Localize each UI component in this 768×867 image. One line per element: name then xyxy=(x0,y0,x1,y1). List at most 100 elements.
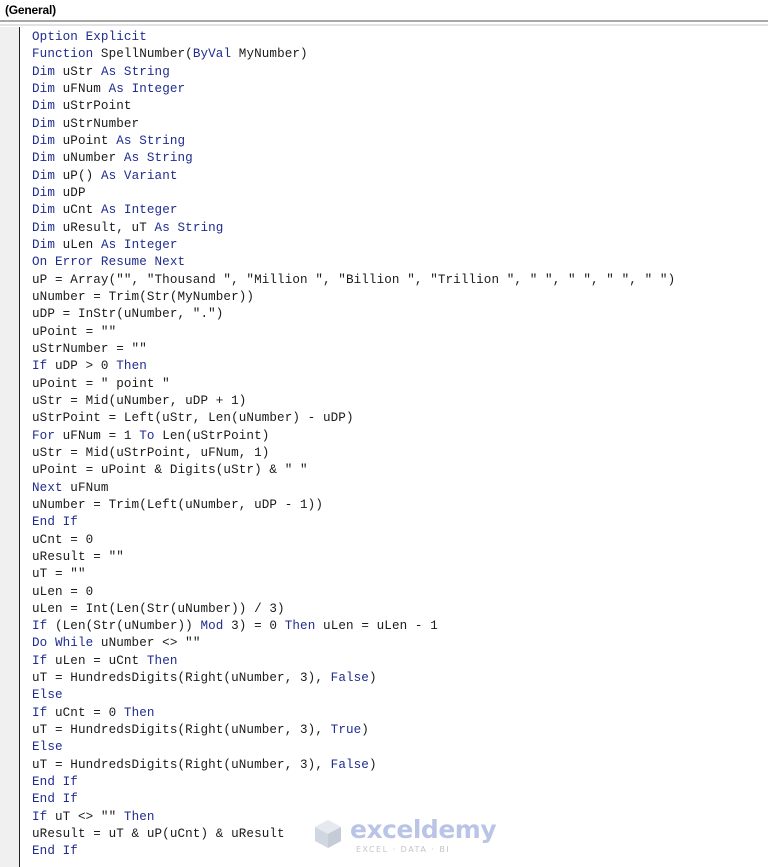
code-text: uStrNumber xyxy=(54,116,140,131)
code-line[interactable]: uNumber = Trim(Left(uNumber, uDP - 1)) xyxy=(32,497,675,514)
code-line[interactable]: uT = HundredsDigits(Right(uNumber, 3), F… xyxy=(32,670,675,687)
code-line[interactable]: Dim uNumber As String xyxy=(32,150,675,167)
code-line[interactable]: uLen = 0 xyxy=(32,584,675,601)
code-line[interactable]: Dim uStrNumber xyxy=(32,116,675,133)
code-keyword: Then xyxy=(146,653,178,668)
code-line[interactable]: uStr = Mid(uStrPoint, uFNum, 1) xyxy=(32,445,675,462)
code-keyword: Do While xyxy=(32,636,94,651)
code-keyword: If xyxy=(32,359,48,374)
code-line[interactable]: Dim uLen As Integer xyxy=(32,237,675,254)
code-line[interactable]: uNumber = Trim(Str(MyNumber)) xyxy=(32,289,675,306)
code-keyword: On Error Resume Next xyxy=(32,255,186,270)
code-keyword: False xyxy=(330,671,369,686)
code-text: uPoint = "" xyxy=(32,324,117,339)
code-line[interactable]: End If xyxy=(32,514,675,531)
code-line[interactable]: Dim uDP xyxy=(32,185,675,202)
code-keyword: Option Explicit xyxy=(32,30,147,44)
code-text: Len(uStrPoint) xyxy=(154,428,270,443)
code-line[interactable]: If (Len(Str(uNumber)) Mod 3) = 0 Then uL… xyxy=(32,618,675,635)
code-keyword: Dim xyxy=(32,133,55,148)
code-text: uResult, uT xyxy=(54,220,155,235)
code-line[interactable]: uPoint = uPoint & Digits(uStr) & " " xyxy=(32,462,675,479)
code-line[interactable]: Else xyxy=(32,687,675,704)
code-line[interactable]: uT = HundredsDigits(Right(uNumber, 3), T… xyxy=(32,722,675,739)
code-line[interactable]: uP = Array("", "Thousand ", "Million ", … xyxy=(32,272,675,289)
code-text: uLen = uCnt xyxy=(47,653,147,668)
code-keyword: If xyxy=(32,809,48,824)
code-text: ) xyxy=(361,723,369,738)
code-keyword: Function xyxy=(32,47,94,62)
procedure-dropdown[interactable]: (General) xyxy=(0,0,768,22)
code-keyword: False xyxy=(330,757,369,772)
code-line[interactable]: Next uFNum xyxy=(32,480,675,497)
code-line[interactable]: If uDP > 0 Then xyxy=(32,358,675,375)
code-line[interactable]: Do While uNumber <> "" xyxy=(32,635,675,652)
code-line[interactable]: Else xyxy=(32,739,675,756)
code-line[interactable]: uPoint = " point " xyxy=(32,376,675,393)
code-keyword: Dim xyxy=(32,81,55,96)
code-line[interactable]: End If xyxy=(32,791,675,808)
code-line[interactable]: If uLen = uCnt Then xyxy=(32,653,675,670)
code-line[interactable]: Function SpellNumber(ByVal MyNumber) xyxy=(32,46,675,63)
code-line[interactable]: Dim uFNum As Integer xyxy=(32,81,675,98)
code-keyword: Then xyxy=(123,809,155,824)
code-line[interactable]: uStr = Mid(uNumber, uDP + 1) xyxy=(32,393,675,410)
code-line[interactable]: Dim uP() As Variant xyxy=(32,168,675,185)
code-line[interactable]: uDP = InStr(uNumber, ".") xyxy=(32,306,675,323)
code-keyword: Dim xyxy=(32,168,55,183)
code-text: (Len(Str(uNumber)) xyxy=(47,619,201,634)
code-text: uNumber <> "" xyxy=(93,636,201,651)
code-line[interactable]: uCnt = 0 xyxy=(32,532,675,549)
code-line[interactable]: Dim uCnt As Integer xyxy=(32,202,675,219)
code-keyword: As String xyxy=(154,220,224,235)
code-line[interactable]: Dim uPoint As String xyxy=(32,133,675,150)
code-keyword: End If xyxy=(32,844,78,859)
code-line[interactable]: Dim uStrPoint xyxy=(32,98,675,115)
code-keyword: As String xyxy=(100,64,170,79)
code-line[interactable]: Dim uStr As String xyxy=(32,64,675,81)
code-line[interactable]: Dim uResult, uT As String xyxy=(32,220,675,237)
code-keyword: As Integer xyxy=(108,81,186,96)
code-text: uStr = Mid(uNumber, uDP + 1) xyxy=(32,393,247,408)
code-line[interactable]: If uCnt = 0 Then xyxy=(32,705,675,722)
code-text: uP() xyxy=(54,168,101,183)
code-keyword: Then xyxy=(123,705,155,720)
code-line[interactable]: End If xyxy=(32,774,675,791)
code-line[interactable]: uLen = Int(Len(Str(uNumber)) / 3) xyxy=(32,601,675,618)
code-text: uNumber = Trim(Left(uNumber, uDP - 1)) xyxy=(32,497,323,512)
code-text: uStrNumber = "" xyxy=(32,341,147,356)
code-keyword: Dim xyxy=(32,151,55,166)
code-line[interactable]: uStrNumber = "" xyxy=(32,341,675,358)
code-editor[interactable]: Option Explicit Function SpellNumber(ByVa… xyxy=(32,29,675,861)
code-text: uResult = "" xyxy=(32,549,124,564)
code-keyword: For xyxy=(32,428,55,443)
code-text: uLen = Int(Len(Str(uNumber)) / 3) xyxy=(32,601,285,616)
exceldemy-logo-icon xyxy=(315,820,341,848)
code-line[interactable]: On Error Resume Next xyxy=(32,254,675,271)
code-line[interactable]: uResult = "" xyxy=(32,549,675,566)
code-keyword: As String xyxy=(123,151,193,166)
code-line[interactable]: For uFNum = 1 To Len(uStrPoint) xyxy=(32,428,675,445)
code-text: uResult = uT & uP(uCnt) & uResult xyxy=(32,827,285,842)
code-text: uDP = InStr(uNumber, ".") xyxy=(32,307,224,322)
code-text: uCnt = 0 xyxy=(32,532,94,547)
code-text: uStr = Mid(uStrPoint, uFNum, 1) xyxy=(32,445,270,460)
code-line[interactable]: uPoint = "" xyxy=(32,324,675,341)
code-keyword: Then xyxy=(116,359,147,374)
margin-indicator-bar[interactable] xyxy=(0,27,20,867)
code-text: uCnt xyxy=(54,203,101,218)
code-text: uP = Array("", "Thousand ", "Million ", … xyxy=(32,272,676,287)
code-line[interactable]: uStrPoint = Left(uStr, Len(uNumber) - uD… xyxy=(32,410,675,427)
code-keyword: Dim xyxy=(32,64,55,79)
code-text: uCnt = 0 xyxy=(47,705,124,720)
code-keyword: Else xyxy=(32,740,63,755)
code-text: uT <> "" xyxy=(47,809,124,824)
code-line[interactable]: Option Explicit xyxy=(32,29,675,46)
code-keyword: End If xyxy=(32,775,78,790)
code-text: uT = HundredsDigits(Right(uNumber, 3), xyxy=(32,757,331,772)
code-text: uFNum xyxy=(54,81,109,96)
code-line[interactable]: uT = HundredsDigits(Right(uNumber, 3), F… xyxy=(32,757,675,774)
code-text: 3) = 0 xyxy=(223,619,285,634)
code-pane-border xyxy=(19,27,20,867)
code-line[interactable]: uT = "" xyxy=(32,566,675,583)
